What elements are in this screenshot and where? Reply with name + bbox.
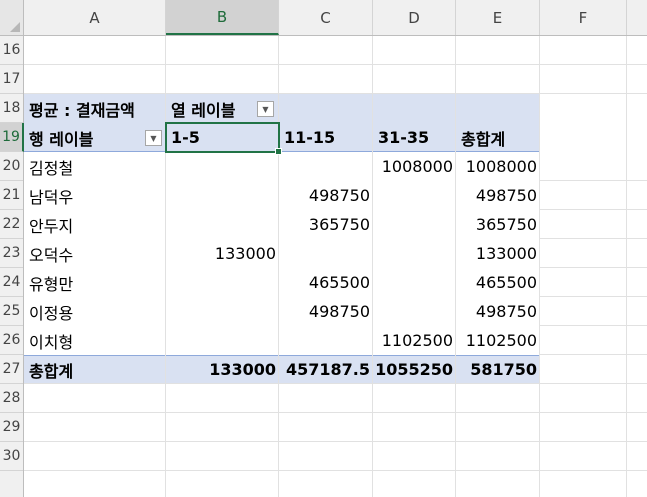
gridline [540,296,647,297]
pivot-row-total-cell[interactable]: 498750 [456,297,540,326]
gridline [540,267,647,268]
pivot-grand-total-overall[interactable]: 581750 [456,355,540,384]
row-header-bar: 16 17 18 19 20 21 22 23 24 25 26 27 28 2… [0,36,24,497]
gridline [540,325,647,326]
gridline [24,412,647,413]
active-cell-selection[interactable] [165,122,280,153]
row-header-27[interactable]: 27 [0,355,23,384]
row-header-30[interactable]: 30 [0,442,23,471]
row-header-29[interactable]: 29 [0,413,23,442]
gridline [24,441,647,442]
pivot-value-cell[interactable] [166,152,279,181]
pivot-row-label[interactable]: 김정철 [24,152,166,181]
row-labels-filter-dropdown[interactable]: ▼ [145,130,162,146]
row-header-18[interactable]: 18 [0,94,23,123]
row-header-24[interactable]: 24 [0,268,23,297]
pivot-value-cell[interactable]: 1008000 [373,152,456,181]
dropdown-arrow-icon: ▼ [150,133,157,143]
pivot-grand-total-header[interactable]: 총합계 [456,123,540,152]
row-header-19[interactable]: 19 [0,123,24,152]
pivot-row-label[interactable]: 남덕우 [24,181,166,210]
pivot-row-label[interactable]: 오덕수 [24,239,166,268]
gridline [540,354,647,355]
pivot-value-cell[interactable] [279,239,373,268]
pivot-column-group-2[interactable]: 11-15 [279,123,373,152]
select-all-triangle-icon [10,22,20,32]
row-header-22[interactable]: 22 [0,210,23,239]
column-header-f[interactable]: F [540,0,627,35]
pivot-row-total-cell[interactable]: 1008000 [456,152,540,181]
row-header-25[interactable]: 25 [0,297,23,326]
pivot-row-total-cell[interactable]: 1102500 [456,326,540,355]
pivot-value-cell[interactable] [373,181,456,210]
row-header-26[interactable]: 26 [0,326,23,355]
gridline [24,470,647,471]
row-header-28[interactable]: 28 [0,384,23,413]
pivot-value-cell[interactable] [373,210,456,239]
column-header-e[interactable]: E [456,0,540,35]
pivot-value-cell[interactable] [373,239,456,268]
column-header-d[interactable]: D [373,0,456,35]
pivot-value-cell[interactable] [373,268,456,297]
row-header-16[interactable]: 16 [0,36,23,65]
pivot-column-group-3[interactable]: 31-35 [373,123,456,152]
row-header-20[interactable]: 20 [0,152,23,181]
pivot-row-label[interactable]: 이치형 [24,326,166,355]
pivot-value-cell[interactable] [166,181,279,210]
pivot-value-cell[interactable]: 498750 [279,297,373,326]
pivot-value-cell[interactable] [279,326,373,355]
pivot-value-cell[interactable] [279,152,373,181]
pivot-value-cell[interactable]: 1102500 [373,326,456,355]
pivot-value-field-label[interactable]: 평균 : 결재금액 [24,94,166,123]
pivot-row-total-cell[interactable]: 365750 [456,210,540,239]
gridline [540,180,647,181]
pivot-grand-total-cell[interactable]: 133000 [166,355,279,384]
column-header-c[interactable]: C [279,0,373,35]
dropdown-arrow-icon: ▼ [262,104,269,114]
pivot-grand-total-cell[interactable]: 1055250 [373,355,456,384]
pivot-row-label[interactable]: 이정용 [24,297,166,326]
pivot-grand-total-cell[interactable]: 457187.5 [279,355,373,384]
pivot-row-label[interactable]: 유형만 [24,268,166,297]
spreadsheet: A B C D E F 16 17 18 19 20 21 22 23 24 2… [0,0,647,497]
row-header-23[interactable]: 23 [0,239,23,268]
cell-grid[interactable]: 평균 : 결재금액 열 레이블 ▼ 행 레이블 ▼ 1-5 11-15 31-3… [24,36,647,497]
select-all-corner[interactable] [0,0,24,36]
pivot-value-cell[interactable]: 465500 [279,268,373,297]
column-labels-filter-dropdown[interactable]: ▼ [257,101,274,117]
pivot-row-total-cell[interactable]: 498750 [456,181,540,210]
column-header-b[interactable]: B [166,0,279,35]
pivot-value-cell[interactable] [166,326,279,355]
pivot-row-label[interactable]: 안두지 [24,210,166,239]
pivot-row-total-cell[interactable]: 133000 [456,239,540,268]
fill-handle[interactable] [275,148,282,155]
pivot-value-cell[interactable]: 365750 [279,210,373,239]
pivot-value-cell[interactable] [166,297,279,326]
gridline [540,209,647,210]
pivot-value-cell[interactable]: 133000 [166,239,279,268]
pivot-value-cell[interactable] [166,210,279,239]
pivot-value-cell[interactable] [166,268,279,297]
row-header-17[interactable]: 17 [0,65,23,94]
pivot-grand-total-label[interactable]: 총합계 [24,355,166,384]
row-header-21[interactable]: 21 [0,181,23,210]
column-header-a[interactable]: A [24,0,166,35]
gridline [540,238,647,239]
pivot-row-total-cell[interactable]: 465500 [456,268,540,297]
pivot-value-cell[interactable]: 498750 [279,181,373,210]
gridline [24,64,647,65]
pivot-value-cell[interactable] [373,297,456,326]
column-header-bar: A B C D E F [24,0,647,36]
